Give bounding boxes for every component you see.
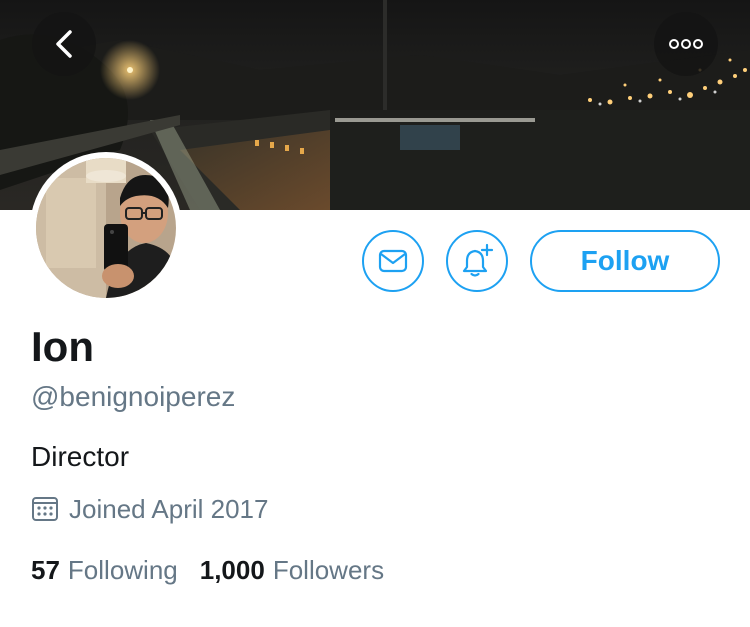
back-button[interactable] (32, 12, 96, 76)
avatar-image (36, 158, 176, 298)
following-stat[interactable]: 57 Following (31, 555, 178, 586)
profile-stats: 57 Following 1,000 Followers (31, 553, 384, 587)
notifications-button[interactable] (446, 230, 508, 292)
joined-date: Joined April 2017 (31, 492, 268, 526)
followers-count: 1,000 (199, 554, 265, 585)
message-button[interactable] (362, 230, 424, 292)
bio: Director (31, 441, 130, 472)
following-label: Following (67, 554, 178, 585)
calendar-icon (31, 495, 59, 523)
user-handle: @benignoiperez (31, 381, 236, 412)
joined-text: Joined April 2017 (69, 493, 269, 524)
follow-button[interactable]: Follow (530, 230, 720, 292)
more-horizontal-icon (668, 38, 704, 50)
envelope-icon (378, 248, 408, 274)
more-options-button[interactable] (654, 12, 718, 76)
followers-label: Followers (272, 554, 385, 585)
following-count: 57 (31, 554, 60, 585)
display-name: Ion (31, 323, 94, 370)
avatar[interactable] (30, 152, 182, 304)
followers-stat[interactable]: 1,000 Followers (200, 555, 384, 586)
bell-plus-icon (459, 243, 495, 279)
chevron-left-icon (52, 28, 76, 60)
